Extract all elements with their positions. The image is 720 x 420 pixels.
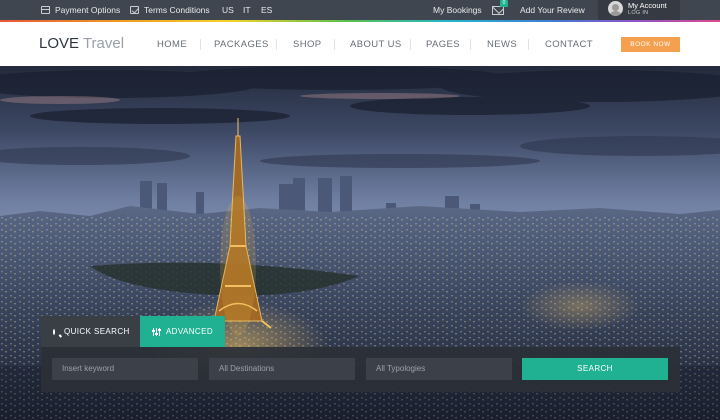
lang-it[interactable]: IT: [243, 4, 251, 16]
lang-es[interactable]: ES: [261, 4, 272, 16]
tab-advanced-label: ADVANCED: [165, 327, 213, 336]
my-bookings-link[interactable]: My Bookings: [433, 4, 482, 16]
checkbox-icon: [130, 6, 139, 14]
avatar[interactable]: [608, 1, 623, 16]
keyword-input[interactable]: Insert keyword: [52, 358, 198, 380]
add-review-link[interactable]: Add Your Review: [520, 4, 585, 16]
terms-conditions-link[interactable]: Terms Conditions: [130, 4, 210, 16]
search-icon: [53, 328, 55, 335]
nav-shop[interactable]: SHOP: [293, 39, 322, 50]
login-link[interactable]: LOG IN: [628, 10, 648, 16]
bookings-count-badge: 0: [500, 0, 508, 7]
nav-separator: [276, 39, 277, 50]
logo[interactable]: LOVE Travel: [39, 35, 124, 52]
nav-separator: [470, 39, 471, 50]
destinations-select[interactable]: All Destinations: [209, 358, 355, 380]
search-tabs: QUICK SEARCH ADVANCED: [41, 316, 225, 347]
nav-news[interactable]: NEWS: [487, 39, 517, 50]
top-utility-bar: Payment Options Terms Conditions US IT E…: [0, 0, 720, 22]
credit-card-icon: [41, 6, 50, 14]
nav-about-us[interactable]: ABOUT US: [350, 39, 402, 50]
logo-light: Travel: [82, 35, 125, 52]
payment-options-label: Payment Options: [55, 5, 121, 15]
nav-packages[interactable]: PACKAGES: [214, 39, 269, 50]
tab-quick-search-label: QUICK SEARCH: [64, 327, 130, 336]
tab-advanced[interactable]: ADVANCED: [140, 316, 225, 347]
nav-contact[interactable]: CONTACT: [545, 39, 593, 50]
add-review-label: Add Your Review: [520, 5, 585, 15]
main-navigation: LOVE Travel HOME PACKAGES SHOP ABOUT US …: [0, 22, 720, 66]
tab-quick-search[interactable]: QUICK SEARCH: [41, 316, 140, 347]
nav-pages[interactable]: PAGES: [426, 39, 460, 50]
sliders-icon: [152, 327, 161, 336]
nav-separator: [410, 39, 411, 50]
typologies-select[interactable]: All Typologies: [366, 358, 512, 380]
nav-home[interactable]: HOME: [157, 39, 187, 50]
nav-separator: [528, 39, 529, 50]
logo-bold: LOVE: [39, 35, 80, 52]
nav-separator: [200, 39, 201, 50]
lang-us[interactable]: US: [222, 4, 234, 16]
terms-conditions-label: Terms Conditions: [144, 5, 210, 15]
payment-options-link[interactable]: Payment Options: [41, 4, 120, 16]
book-now-button[interactable]: BOOK NOW: [621, 37, 680, 52]
account-name[interactable]: My Account: [628, 1, 667, 10]
nav-separator: [334, 39, 335, 50]
search-button[interactable]: SEARCH: [522, 358, 668, 380]
my-bookings-label: My Bookings: [433, 5, 482, 15]
